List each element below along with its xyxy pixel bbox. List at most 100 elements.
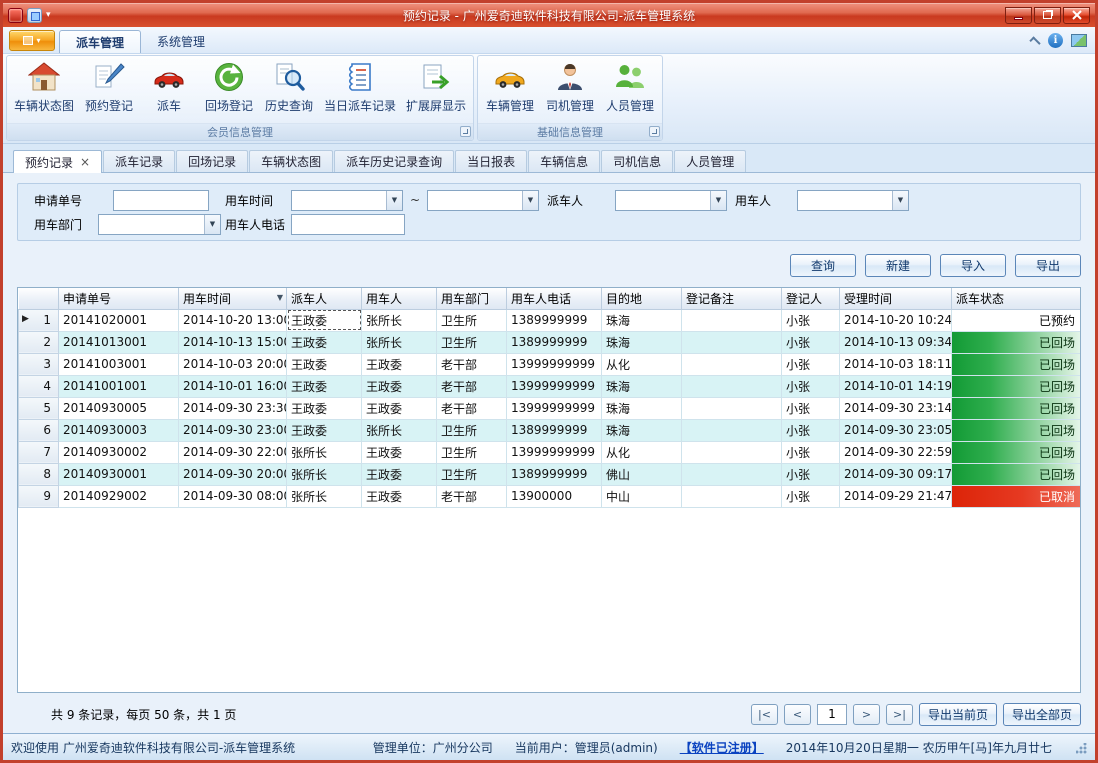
ribbon-button-0-1[interactable]: 预约登记 (79, 57, 139, 123)
table-row[interactable]: 2201410130012014-10-13 15:00王政委张所长卫生所138… (19, 331, 1081, 353)
ribbon-button-0-4[interactable]: 历史查询 (259, 57, 319, 123)
cell[interactable]: 王政委 (362, 463, 437, 485)
grid-column-header-10[interactable]: 派车状态 (952, 288, 1081, 309)
cell[interactable]: 1389999999 (507, 309, 602, 331)
doc-tab-4[interactable]: 派车历史记录查询 (334, 150, 454, 172)
titlebar[interactable]: ▾ 预约记录 - 广州爱奇迪软件科技有限公司-派车管理系统 (3, 3, 1095, 27)
layout-icon[interactable] (27, 8, 42, 23)
cell[interactable]: 珠海 (602, 331, 682, 353)
grid-column-header-0[interactable]: 申请单号 (59, 288, 179, 309)
cell[interactable]: 20140929002 (59, 485, 179, 507)
column-filter-arrow-icon[interactable]: ▼ (277, 293, 283, 302)
cell[interactable]: 13999999999 (507, 397, 602, 419)
cell[interactable]: 王政委 (287, 375, 362, 397)
cell[interactable]: 卫生所 (437, 331, 507, 353)
restore-button[interactable] (1034, 7, 1061, 24)
cell[interactable]: 老干部 (437, 353, 507, 375)
dropdown-arrow-icon[interactable]: ▼ (386, 191, 402, 210)
cell[interactable]: 卫生所 (437, 441, 507, 463)
cell[interactable]: 卫生所 (437, 419, 507, 441)
info-icon[interactable]: i (1048, 33, 1063, 48)
cell[interactable]: 2014-09-30 23:00 (179, 419, 287, 441)
cell[interactable]: 中山 (602, 485, 682, 507)
cell[interactable]: 从化 (602, 441, 682, 463)
cell[interactable] (682, 331, 782, 353)
dropdown-arrow-icon[interactable]: ▼ (204, 215, 220, 234)
dispatch-status-cell[interactable]: 已回场 (952, 463, 1081, 485)
dropdown-arrow-icon[interactable]: ▼ (522, 191, 538, 210)
ribbon-button-1-0[interactable]: 车辆管理 (480, 57, 540, 123)
grid-column-header-9[interactable]: 受理时间 (840, 288, 952, 309)
ribbon-button-0-5[interactable]: 当日派车记录 (319, 57, 401, 123)
cell[interactable]: 2014-09-30 08:00 (179, 485, 287, 507)
ribbon-button-0-2[interactable]: 派车 (139, 57, 199, 123)
cell[interactable] (682, 463, 782, 485)
cell[interactable]: 1389999999 (507, 463, 602, 485)
cell[interactable]: 2014-10-01 16:00 (179, 375, 287, 397)
table-row[interactable]: 6201409300032014-09-30 23:00王政委张所长卫生所138… (19, 419, 1081, 441)
cell[interactable] (682, 441, 782, 463)
cell[interactable]: 张所长 (362, 309, 437, 331)
cell[interactable]: 小张 (782, 463, 840, 485)
close-tab-icon[interactable]: × (80, 156, 90, 168)
dispatch-status-cell[interactable]: 已预约 (952, 309, 1081, 331)
dispatch-status-cell[interactable]: 已回场 (952, 441, 1081, 463)
table-row[interactable]: 9201409290022014-09-30 08:00张所长王政委老干部139… (19, 485, 1081, 507)
cell[interactable]: 王政委 (362, 353, 437, 375)
ribbon-tab-0[interactable]: 派车管理 (59, 30, 141, 53)
cell[interactable]: 1389999999 (507, 331, 602, 353)
cell[interactable]: 王政委 (362, 485, 437, 507)
cell[interactable]: 张所长 (287, 463, 362, 485)
doc-tab-1[interactable]: 派车记录 (103, 150, 175, 172)
cell[interactable]: 小张 (782, 419, 840, 441)
query-button[interactable]: 查询 (790, 254, 856, 277)
cell[interactable]: 2014-09-30 22:59 (840, 441, 952, 463)
dispatch-status-cell[interactable]: 已回场 (952, 419, 1081, 441)
grid-column-header-7[interactable]: 登记备注 (682, 288, 782, 309)
cell[interactable]: 20141001001 (59, 375, 179, 397)
request-no-input[interactable] (113, 190, 209, 211)
use-time-from-combo[interactable]: ▼ (291, 190, 403, 211)
dispatch-status-cell[interactable]: 已取消 (952, 485, 1081, 507)
cell[interactable]: 王政委 (287, 331, 362, 353)
cell[interactable]: 小张 (782, 309, 840, 331)
cell[interactable]: 2014-10-01 14:19 (840, 375, 952, 397)
ribbon-button-1-1[interactable]: 司机管理 (540, 57, 600, 123)
cell[interactable]: 1389999999 (507, 419, 602, 441)
resize-grip-icon[interactable] (1074, 741, 1087, 754)
cell[interactable]: 卫生所 (437, 309, 507, 331)
dispatch-status-cell[interactable]: 已回场 (952, 331, 1081, 353)
cell[interactable]: 小张 (782, 353, 840, 375)
cell[interactable]: 2014-09-30 23:05 (840, 419, 952, 441)
cell[interactable]: 13900000 (507, 485, 602, 507)
cell[interactable]: 2014-09-30 09:17 (840, 463, 952, 485)
cell[interactable]: 张所长 (362, 331, 437, 353)
qat-dropdown-icon[interactable]: ▾ (46, 10, 51, 20)
cell[interactable]: 王政委 (287, 309, 362, 331)
grid-column-header-1[interactable]: 用车时间▼ (179, 288, 287, 309)
user-combo[interactable]: ▼ (797, 190, 909, 211)
cell[interactable] (682, 309, 782, 331)
cell[interactable]: 13999999999 (507, 441, 602, 463)
grid-column-header-8[interactable]: 登记人 (782, 288, 840, 309)
cell[interactable]: 老干部 (437, 397, 507, 419)
dispatch-status-cell[interactable]: 已回场 (952, 375, 1081, 397)
app-icon[interactable] (8, 8, 23, 23)
dispatch-status-cell[interactable]: 已回场 (952, 397, 1081, 419)
theme-icon[interactable] (1071, 34, 1087, 47)
cell[interactable]: 珠海 (602, 375, 682, 397)
cell[interactable]: 小张 (782, 441, 840, 463)
cell[interactable]: 2014-10-03 20:00 (179, 353, 287, 375)
cell[interactable]: 2014-09-30 22:00 (179, 441, 287, 463)
cell[interactable]: 2014-10-20 10:24 (840, 309, 952, 331)
dept-combo[interactable]: ▼ (98, 214, 221, 235)
cell[interactable]: 王政委 (287, 353, 362, 375)
import-button[interactable]: 导入 (940, 254, 1006, 277)
cell[interactable]: 20141003001 (59, 353, 179, 375)
doc-tab-7[interactable]: 司机信息 (601, 150, 673, 172)
cell[interactable]: 20141013001 (59, 331, 179, 353)
cell[interactable] (682, 485, 782, 507)
table-row[interactable]: 3201410030012014-10-03 20:00王政委王政委老干部139… (19, 353, 1081, 375)
dropdown-arrow-icon[interactable]: ▼ (710, 191, 726, 210)
doc-tab-2[interactable]: 回场记录 (176, 150, 248, 172)
